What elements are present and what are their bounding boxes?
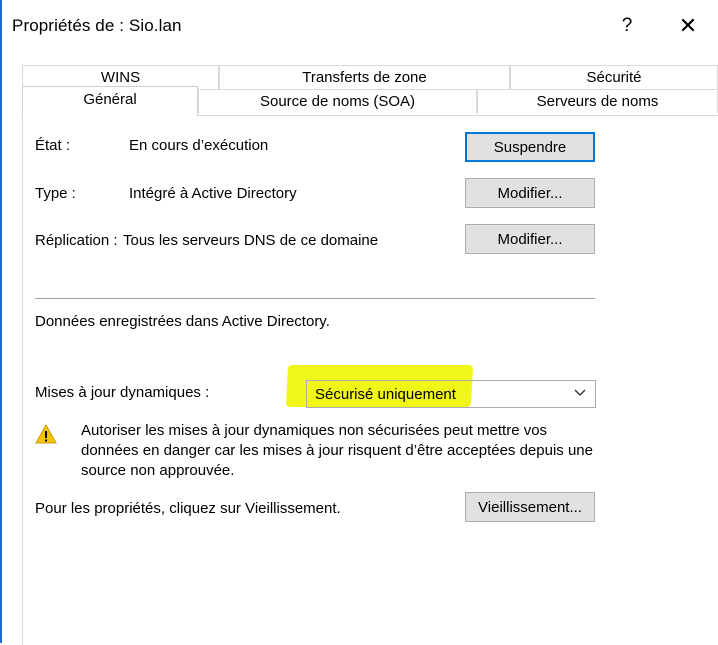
tab-name-servers[interactable]: Serveurs de noms — [477, 89, 718, 113]
dynamic-updates-selected-value: Sécurisé uniquement — [315, 386, 456, 403]
modify-replication-button[interactable]: Modifier... — [465, 224, 595, 254]
replication-value: Tous les serveurs DNS de ce domaine — [123, 232, 379, 249]
dynamic-updates-select[interactable]: Sécurisé uniquement — [306, 380, 596, 408]
help-button[interactable]: ? — [607, 10, 647, 42]
tab-soa[interactable]: Source de noms (SOA) — [198, 89, 477, 113]
state-label: État : — [35, 137, 71, 154]
divider — [35, 298, 595, 300]
type-value: Intégré à Active Directory — [129, 185, 297, 202]
tab-security[interactable]: Sécurité — [510, 65, 718, 89]
type-label: Type : — [35, 185, 76, 202]
aging-button[interactable]: Vieillissement... — [465, 492, 595, 522]
tab-general[interactable]: Général — [22, 86, 198, 116]
warning-triangle-icon — [35, 424, 57, 444]
replication-label: Réplication : — [35, 232, 118, 249]
tab-zone-transfers[interactable]: Transferts de zone — [219, 65, 510, 89]
close-button[interactable]: ✕ — [668, 10, 708, 42]
modify-type-button[interactable]: Modifier... — [465, 178, 595, 208]
window-title: Propriétés de : Sio.lan — [12, 16, 182, 35]
title-bar: Propriétés de : Sio.lan ? ✕ — [2, 0, 718, 52]
aging-hint: Pour les propriétés, cliquez sur Vieilli… — [35, 500, 341, 517]
chevron-down-icon — [574, 389, 586, 396]
insecure-updates-warning: Autoriser les mises à jour dynamiques no… — [81, 422, 593, 479]
dynamic-updates-label: Mises à jour dynamiques : — [35, 384, 210, 401]
ad-storage-note: Données enregistrées dans Active Directo… — [35, 313, 330, 330]
suspend-button[interactable]: Suspendre — [465, 132, 595, 162]
state-value: En cours d’exécution — [129, 137, 269, 154]
window-left-edge — [0, 0, 2, 643]
